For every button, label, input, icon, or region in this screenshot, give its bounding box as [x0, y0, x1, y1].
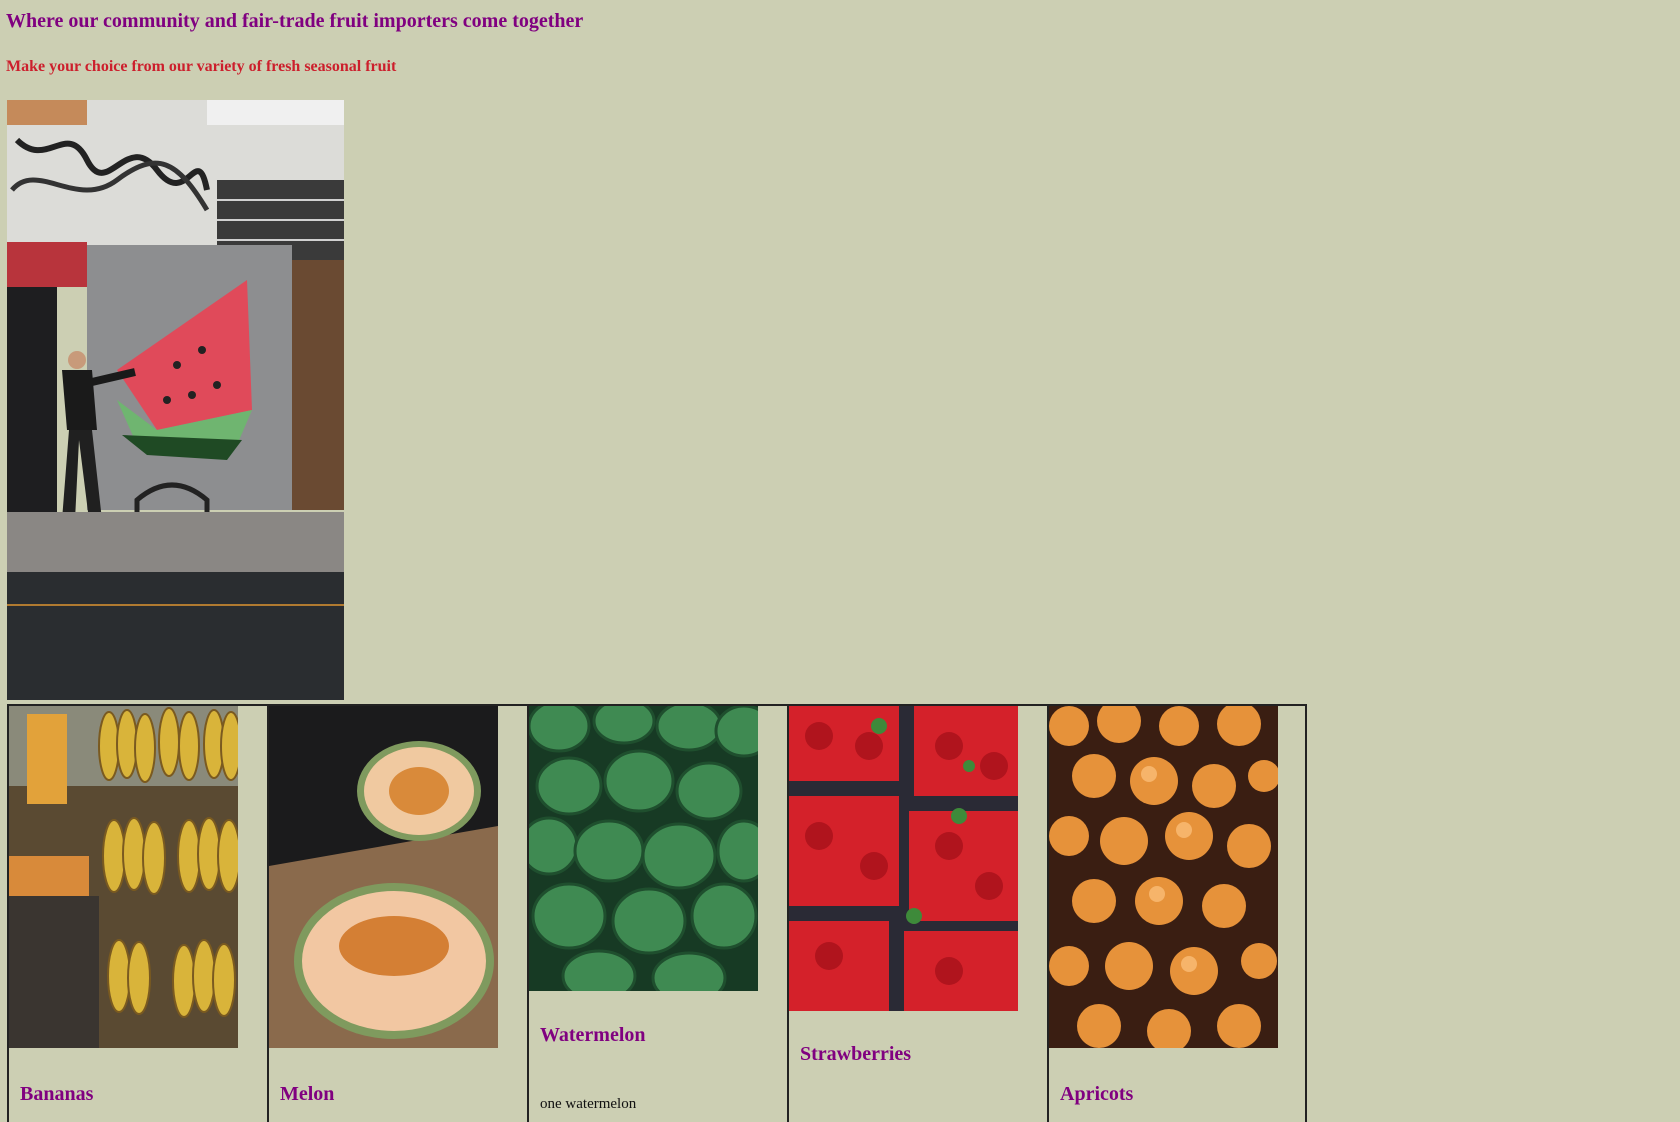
product-card-apricots[interactable]: Apricots — [1049, 706, 1307, 1122]
product-name[interactable]: Strawberries — [800, 1043, 911, 1066]
product-card-watermelon[interactable]: Watermelon one watermelon — [529, 706, 789, 1122]
product-card-strawberries[interactable]: Strawberries — [789, 706, 1049, 1122]
hero-image — [7, 100, 344, 700]
product-name[interactable]: Melon — [280, 1083, 334, 1106]
product-description: one watermelon — [540, 1096, 637, 1112]
melon-image — [269, 706, 498, 1048]
watermelons-image — [529, 706, 758, 991]
strawberries-image — [789, 706, 1018, 1011]
product-name[interactable]: Watermelon — [540, 1024, 646, 1047]
product-card-melon[interactable]: Melon — [269, 706, 529, 1122]
product-name[interactable]: Bananas — [20, 1083, 93, 1106]
product-name[interactable]: Apricots — [1060, 1083, 1133, 1106]
bananas-image — [9, 706, 238, 1048]
apricots-image — [1049, 706, 1278, 1048]
product-list: Bananas Melon Watermelon one watermelon … — [7, 704, 1307, 1122]
page-title: Where our community and fair-trade fruit… — [6, 10, 584, 32]
page-subtitle: Make your choice from our variety of fre… — [6, 58, 397, 75]
product-card-bananas[interactable]: Bananas — [9, 706, 269, 1122]
